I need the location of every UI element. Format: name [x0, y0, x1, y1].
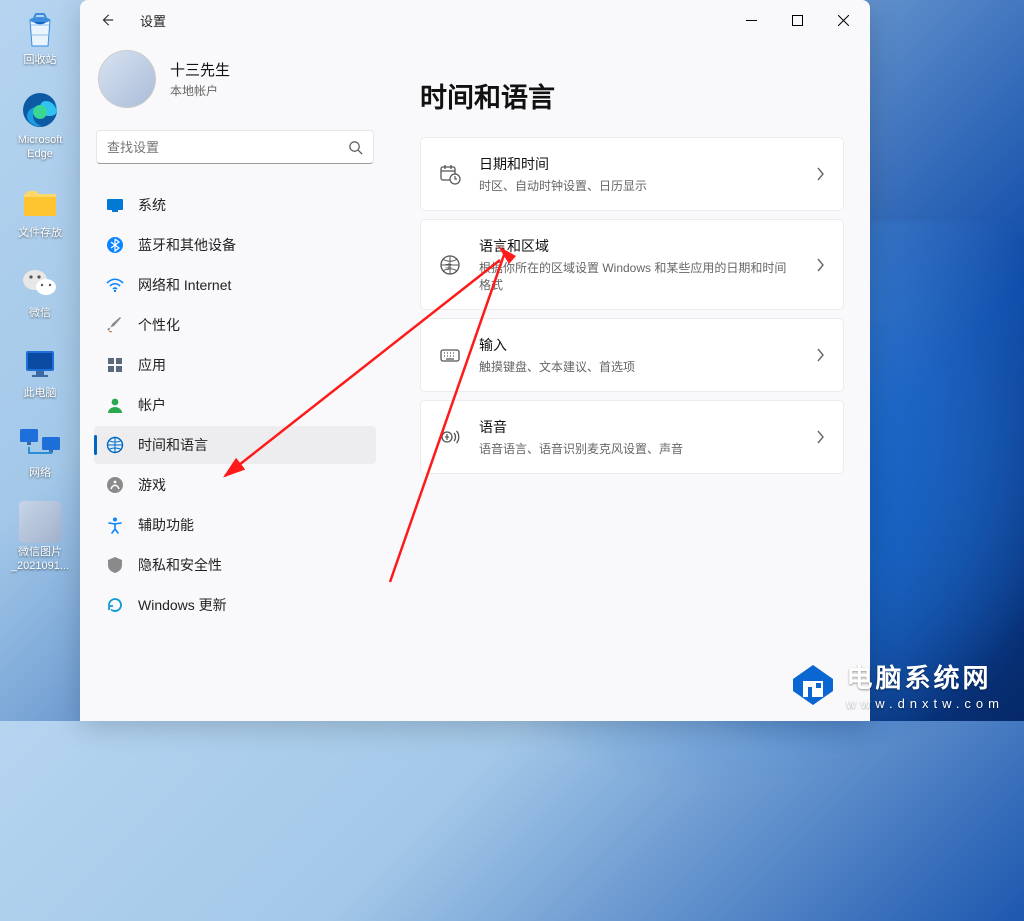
page-title: 时间和语言 [420, 76, 844, 115]
nav: 系统 蓝牙和其他设备 网络和 Internet 个性化 应用 帐户 时间和语言 … [94, 186, 376, 624]
watermark-url: www.dnxtw.com [847, 696, 1004, 711]
desktop-icon-label: 微信图片 _2021091... [11, 546, 69, 574]
nav-label: 蓝牙和其他设备 [138, 235, 236, 255]
desktop-icon-wechat[interactable]: 微信 [3, 261, 77, 321]
svg-text:字: 字 [445, 262, 452, 271]
watermark-logo-icon [789, 661, 837, 709]
card-subtitle: 触摸键盘、文本建议、首选项 [479, 358, 797, 375]
nav-label: 网络和 Internet [138, 275, 231, 295]
card-subtitle: 根据你所在的区域设置 Windows 和某些应用的日期和时间格式 [479, 259, 797, 293]
globe-clock-icon [106, 436, 124, 454]
titlebar: 设置 [80, 0, 870, 40]
desktop-icon-label: 网络 [29, 467, 51, 481]
nav-item-accounts[interactable]: 帐户 [94, 386, 376, 424]
nav-item-time-language[interactable]: 时间和语言 [94, 426, 376, 464]
chevron-right-icon [815, 430, 825, 444]
nav-label: 游戏 [138, 475, 166, 495]
desktop-icons: 回收站 Microsoft Edge 文件存放 微信 此电脑 网络 [0, 0, 80, 574]
card-speech[interactable]: 语音语音语言、语音识别麦克风设置、声音 [420, 400, 844, 474]
avatar [98, 50, 156, 108]
brush-icon [106, 316, 124, 334]
profile-block[interactable]: 十三先生 本地帐户 [94, 40, 376, 126]
nav-label: 应用 [138, 355, 166, 375]
main-content: 时间和语言 日期和时间时区、自动时钟设置、日历显示 字 语言和区域根据你所在的区… [390, 40, 870, 721]
nav-item-system[interactable]: 系统 [94, 186, 376, 224]
recycle-bin-icon [18, 8, 62, 52]
desktop-icon-network[interactable]: 网络 [3, 421, 77, 481]
nav-label: 辅助功能 [138, 515, 194, 535]
nav-item-windows-update[interactable]: Windows 更新 [94, 586, 376, 624]
keyboard-icon [439, 344, 461, 366]
system-icon [106, 196, 124, 214]
nav-label: 隐私和安全性 [138, 555, 222, 575]
desktop-icon-label: 此电脑 [24, 387, 57, 401]
desktop-icon-wechat-image[interactable]: 微信图片 _2021091... [3, 500, 77, 574]
window-title: 设置 [140, 11, 166, 30]
nav-item-network[interactable]: 网络和 Internet [94, 266, 376, 304]
desktop-icon-label: 微信 [29, 307, 51, 321]
nav-item-personalization[interactable]: 个性化 [94, 306, 376, 344]
chevron-right-icon [815, 167, 825, 181]
calendar-clock-icon [439, 163, 461, 185]
language-globe-icon: 字 [439, 254, 461, 276]
card-typing[interactable]: 输入触摸键盘、文本建议、首选项 [420, 318, 844, 392]
close-button[interactable] [820, 4, 866, 36]
maximize-button[interactable] [774, 4, 820, 36]
desktop-icon-label: 文件存放 [18, 227, 62, 241]
search-input[interactable] [107, 140, 348, 155]
speech-icon [439, 426, 461, 448]
desktop-icon-edge[interactable]: Microsoft Edge [3, 88, 77, 162]
chevron-right-icon [815, 258, 825, 272]
nav-item-apps[interactable]: 应用 [94, 346, 376, 384]
edge-icon [18, 88, 62, 132]
minimize-button[interactable] [728, 4, 774, 36]
desktop-icon-label: 回收站 [24, 54, 57, 68]
shield-icon [106, 556, 124, 574]
chevron-right-icon [815, 348, 825, 362]
card-date-time[interactable]: 日期和时间时区、自动时钟设置、日历显示 [420, 137, 844, 211]
sidebar: 十三先生 本地帐户 系统 蓝牙和其他设备 网络和 Internet 个性化 应用… [80, 40, 390, 721]
search-icon [348, 140, 363, 155]
nav-item-privacy[interactable]: 隐私和安全性 [94, 546, 376, 584]
gaming-icon [106, 476, 124, 494]
desktop-icon-this-pc[interactable]: 此电脑 [3, 341, 77, 401]
search-box[interactable] [96, 130, 374, 164]
wechat-icon [18, 261, 62, 305]
profile-account-type: 本地帐户 [170, 82, 230, 99]
watermark: 电脑系统网 www.dnxtw.com [789, 658, 1004, 711]
nav-item-accessibility[interactable]: 辅助功能 [94, 506, 376, 544]
settings-window: 设置 十三先生 本地帐户 系统 蓝牙和其他设备 [80, 0, 870, 721]
image-thumb-icon [18, 500, 62, 544]
card-title: 输入 [479, 335, 797, 355]
nav-item-bluetooth[interactable]: 蓝牙和其他设备 [94, 226, 376, 264]
desktop-icon-label: Microsoft Edge [18, 134, 63, 162]
apps-icon [106, 356, 124, 374]
card-title: 语音 [479, 417, 797, 437]
nav-label: 帐户 [138, 395, 166, 415]
card-subtitle: 时区、自动时钟设置、日历显示 [479, 177, 797, 194]
watermark-text: 电脑系统网 [847, 658, 1004, 695]
nav-label: 系统 [138, 195, 166, 215]
desktop-icon-file-storage[interactable]: 文件存放 [3, 181, 77, 241]
network-icon [18, 421, 62, 465]
this-pc-icon [18, 341, 62, 385]
back-button[interactable] [94, 7, 120, 33]
update-icon [106, 596, 124, 614]
bluetooth-icon [106, 236, 124, 254]
profile-name: 十三先生 [170, 59, 230, 80]
nav-label: 时间和语言 [138, 435, 208, 455]
card-title: 日期和时间 [479, 154, 797, 174]
folder-icon [18, 181, 62, 225]
nav-label: 个性化 [138, 315, 180, 335]
card-title: 语言和区域 [479, 236, 797, 256]
accessibility-icon [106, 516, 124, 534]
card-language-region[interactable]: 字 语言和区域根据你所在的区域设置 Windows 和某些应用的日期和时间格式 [420, 219, 844, 310]
card-subtitle: 语音语言、语音识别麦克风设置、声音 [479, 440, 797, 457]
wifi-icon [106, 276, 124, 294]
desktop-icon-recycle-bin[interactable]: 回收站 [3, 8, 77, 68]
nav-label: Windows 更新 [138, 595, 227, 615]
nav-item-gaming[interactable]: 游戏 [94, 466, 376, 504]
person-icon [106, 396, 124, 414]
